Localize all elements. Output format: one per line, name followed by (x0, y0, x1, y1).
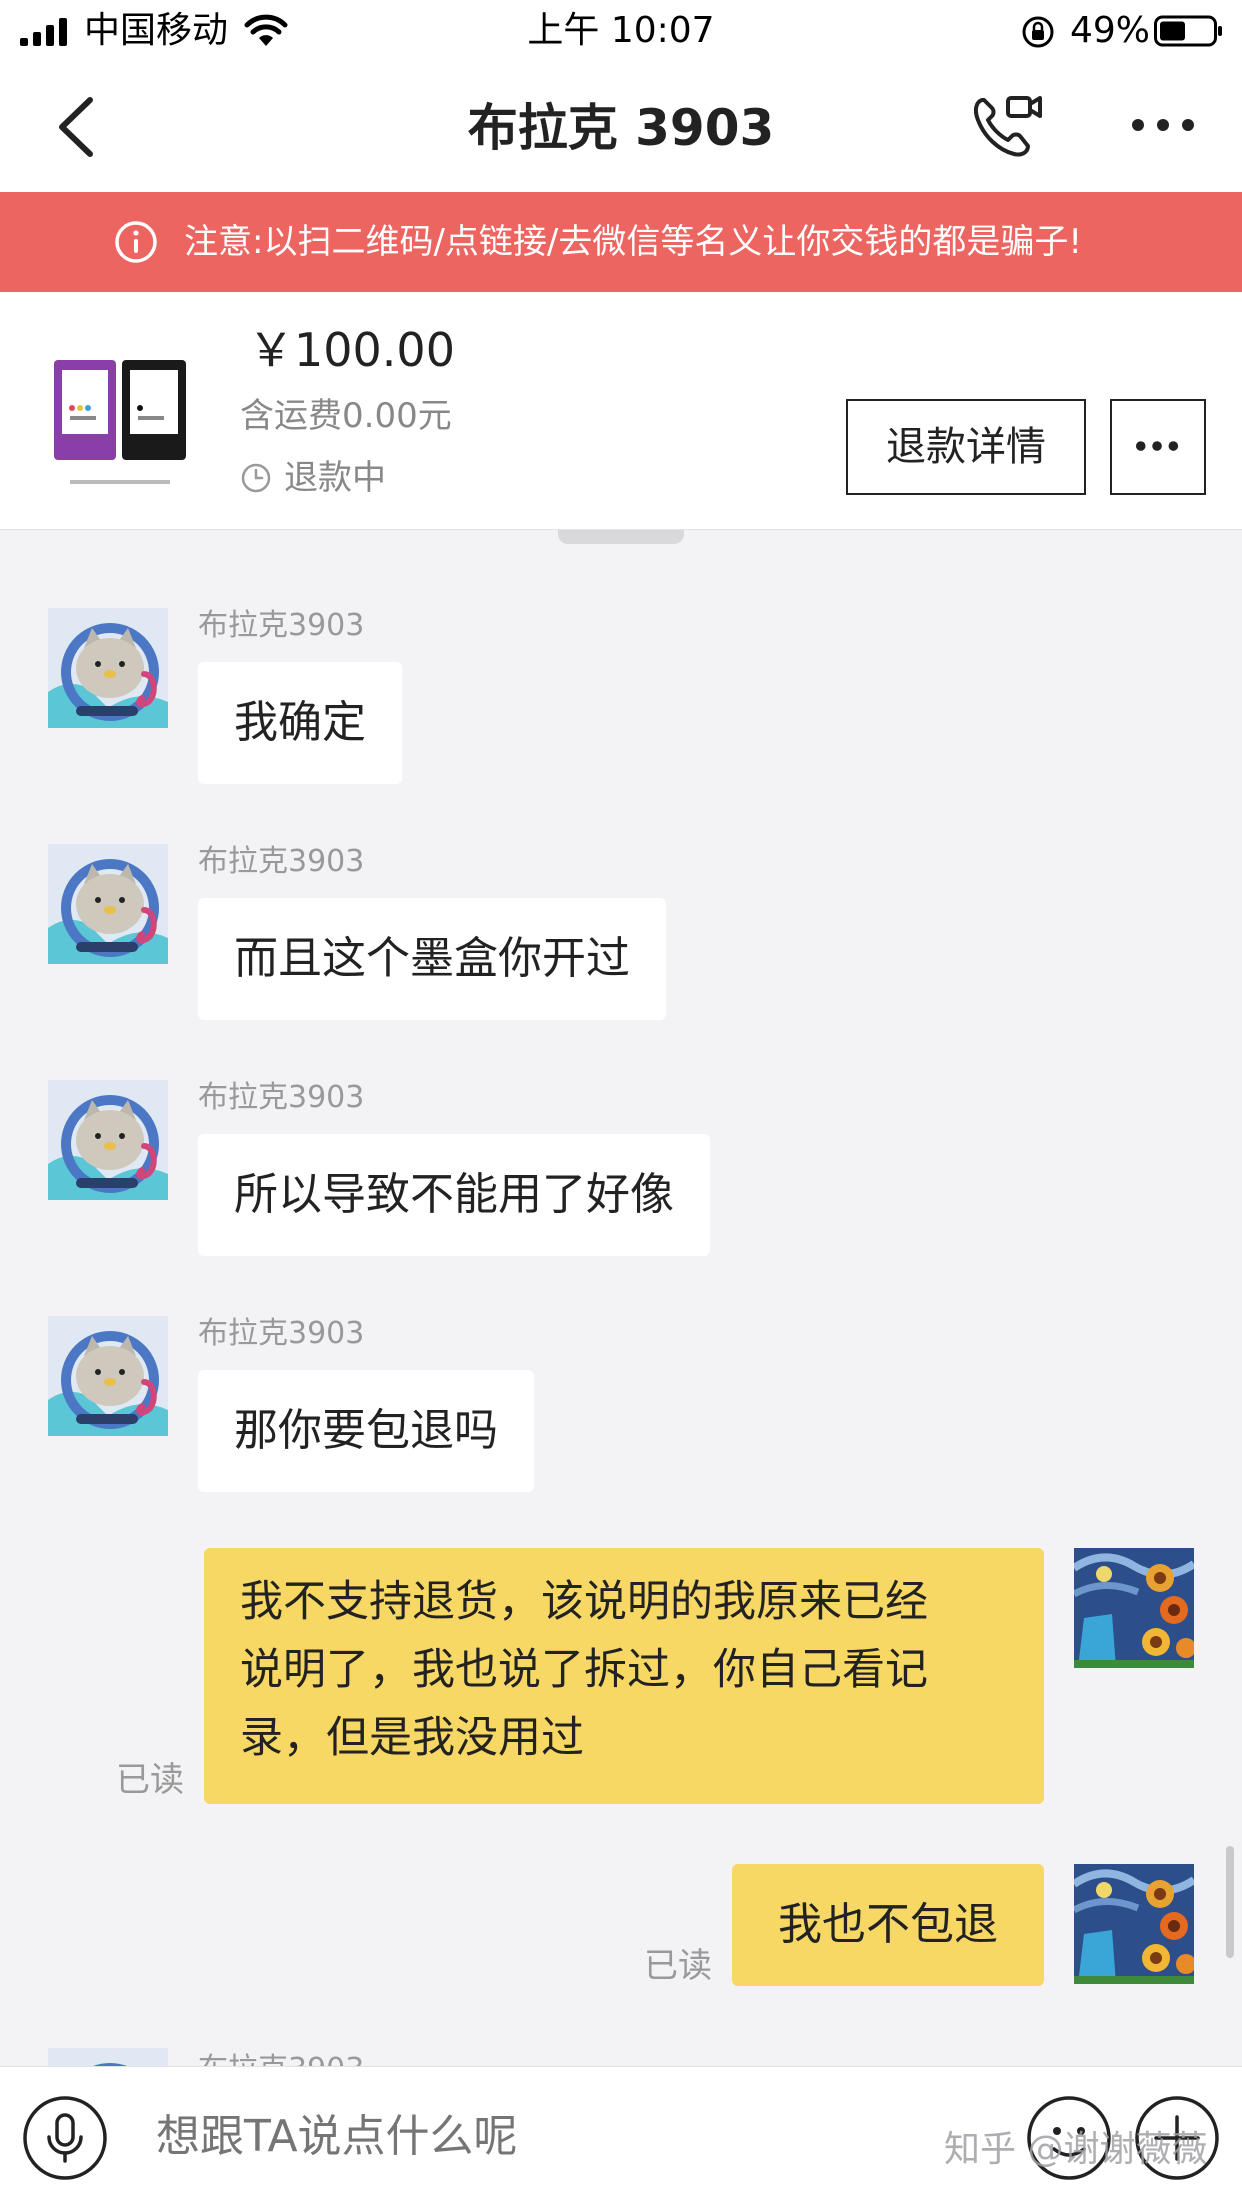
product-price: ￥100.00 (248, 323, 455, 377)
clock-icon (241, 463, 271, 493)
shipping-fee: 含运费0.00元 (240, 396, 452, 436)
sender-name: 布拉克3903 (198, 1080, 365, 1115)
avatar[interactable] (48, 608, 168, 728)
sender-name: 布拉克3903 (198, 608, 365, 643)
more-icon[interactable] (1130, 112, 1196, 138)
message-line: 录，但是我没用过 (240, 1713, 584, 1763)
card-more-button[interactable] (1110, 399, 1206, 495)
avatar[interactable] (48, 1316, 168, 1436)
message-row: 布拉克3903 而且这个墨盒你开过 (0, 844, 1242, 1024)
nav-bar: 布拉克 3903 (0, 62, 1242, 192)
info-icon (115, 221, 157, 263)
avatar[interactable] (48, 1080, 168, 1200)
message-bubble-outgoing[interactable]: 我不支持退货，该说明的我原来已经 说明了，我也说了拆过，你自己看记 录，但是我没… (204, 1548, 1044, 1804)
read-receipt: 已读 (644, 1946, 712, 1986)
product-card[interactable]: ￥100.00 含运费0.00元 退款中 退款详情 (0, 292, 1242, 530)
avatar[interactable] (1074, 1548, 1194, 1668)
read-receipt: 已读 (116, 1760, 184, 1800)
product-image[interactable] (40, 330, 200, 500)
message-row: 布拉克3903 那你要包退吗 (0, 1316, 1242, 1496)
message-row-outgoing: 已读 我不支持退货，该说明的我原来已经 说明了，我也说了拆过，你自己看记 录，但… (0, 1548, 1242, 1808)
battery-percent: 49% (1070, 10, 1151, 51)
avatar[interactable] (48, 2048, 168, 2068)
chat-title: 布拉克 3903 (467, 99, 775, 157)
drag-handle[interactable] (558, 530, 684, 544)
message-input[interactable] (156, 2107, 676, 2167)
message-row: 布拉克3903 我确定 (0, 608, 1242, 788)
warning-text: 注意:以扫二维码/点链接/去微信等名义让你交钱的都是骗子! (184, 222, 1082, 262)
message-bubble[interactable]: 我确定 (198, 662, 402, 784)
message-bubble[interactable]: 那你要包退吗 (198, 1370, 534, 1492)
microphone-icon[interactable] (22, 2095, 108, 2181)
message-row-partial: 布拉克3903 (0, 2048, 1242, 2068)
orientation-lock-icon (1022, 16, 1054, 48)
avatar[interactable] (48, 844, 168, 964)
message-row-outgoing: 已读 我也不包退 (0, 1864, 1242, 1994)
video-call-icon[interactable] (970, 90, 1044, 160)
message-bubble[interactable]: 所以导致不能用了好像 (198, 1134, 710, 1256)
message-bubble[interactable]: 而且这个墨盒你开过 (198, 898, 666, 1020)
message-line: 说明了，我也说了拆过，你自己看记 (240, 1645, 928, 1695)
refund-details-button[interactable]: 退款详情 (846, 399, 1086, 495)
message-line: 我不支持退货，该说明的我原来已经 (240, 1577, 928, 1627)
more-icon (1135, 441, 1179, 451)
avatar[interactable] (1074, 1864, 1194, 1984)
sender-name: 布拉克3903 (198, 1316, 365, 1351)
message-row: 布拉克3903 所以导致不能用了好像 (0, 1080, 1242, 1260)
status-bar: 中国移动 上午 10:07 49% (0, 0, 1242, 62)
watermark: 知乎 @谢谢薇薇 (944, 2129, 1208, 2170)
sender-name: 布拉克3903 (198, 844, 365, 879)
battery-icon (1154, 15, 1222, 47)
scrollbar[interactable] (1226, 1846, 1234, 1958)
message-bubble-outgoing[interactable]: 我也不包退 (732, 1864, 1044, 1986)
refund-status: 退款中 (284, 458, 386, 498)
scam-warning-banner: 注意:以扫二维码/点链接/去微信等名义让你交钱的都是骗子! (0, 192, 1242, 292)
